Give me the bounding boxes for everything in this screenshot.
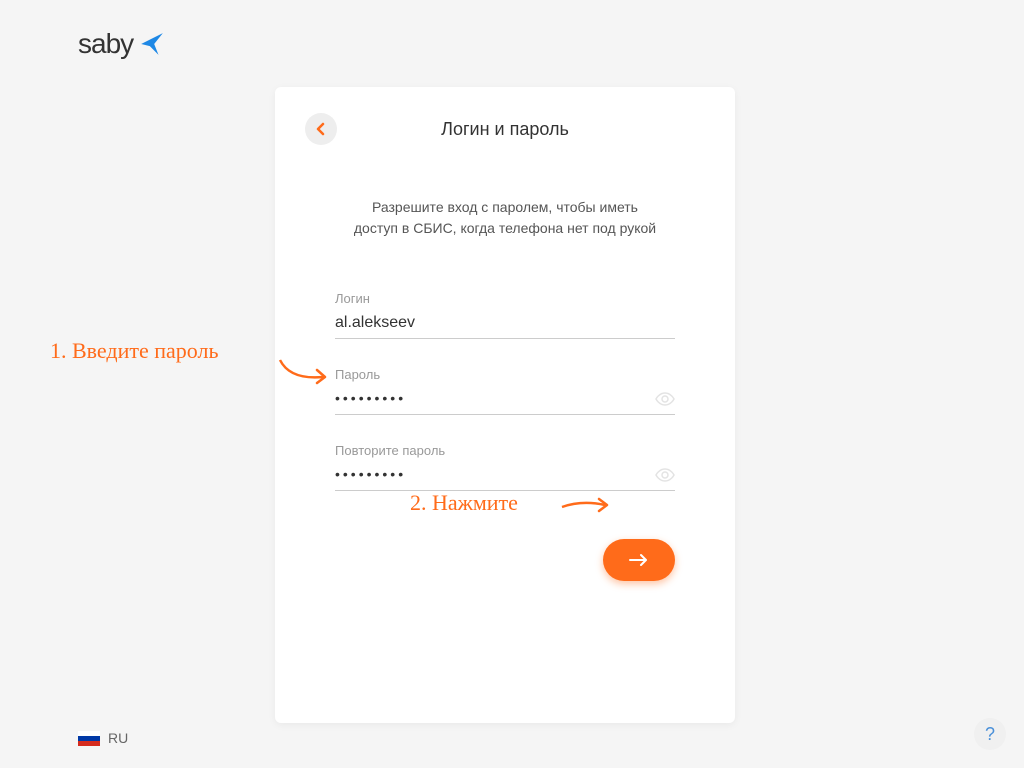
login-group: Логин: [305, 291, 705, 339]
card-header: Логин и пароль: [305, 113, 705, 145]
logo: saby: [78, 28, 165, 60]
arrow-right-icon: [628, 552, 650, 568]
show-password-icon[interactable]: [655, 392, 675, 411]
password-group: Пароль: [305, 367, 705, 415]
language-selector[interactable]: RU: [78, 730, 128, 746]
help-icon: ?: [985, 724, 995, 745]
flag-ru-icon: [78, 731, 100, 746]
submit-button[interactable]: [603, 539, 675, 581]
description-text: Разрешите вход с паролем, чтобы иметь до…: [305, 197, 705, 239]
annotation-arrow-1-icon: [275, 355, 335, 390]
language-label: RU: [108, 730, 128, 746]
logo-text: saby: [78, 28, 133, 60]
page-title: Логин и пароль: [305, 119, 705, 140]
annotation-arrow-2-icon: [557, 495, 617, 515]
repeat-password-input-wrapper: [335, 466, 675, 491]
annotation-step2: 2. Нажмите: [410, 490, 518, 516]
bird-icon: [139, 31, 165, 57]
annotation-step1: 1. Введите пароль: [50, 338, 219, 364]
repeat-password-label: Повторите пароль: [335, 443, 675, 458]
show-repeat-password-icon[interactable]: [655, 468, 675, 487]
password-input-wrapper: [335, 390, 675, 415]
login-input[interactable]: [335, 314, 675, 332]
password-input[interactable]: [335, 390, 675, 406]
repeat-password-group: Повторите пароль: [305, 443, 705, 491]
login-label: Логин: [335, 291, 675, 306]
login-input-wrapper: [335, 314, 675, 339]
password-label: Пароль: [335, 367, 675, 382]
help-button[interactable]: ?: [974, 718, 1006, 750]
repeat-password-input[interactable]: [335, 466, 675, 482]
login-card: Логин и пароль Разрешите вход с паролем,…: [275, 87, 735, 723]
